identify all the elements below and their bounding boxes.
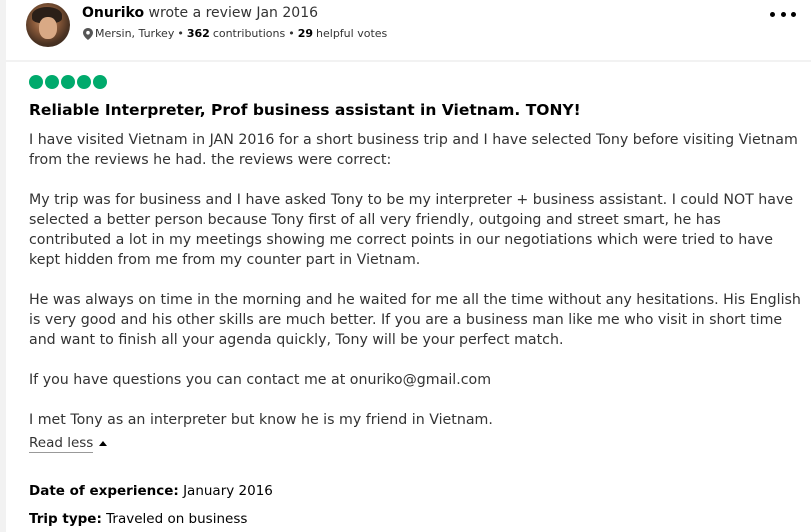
review-paragraph: I have visited Vietnam in JAN 2016 for a… <box>29 132 798 168</box>
reviewer-name[interactable]: Onuriko <box>82 5 144 21</box>
reviewer-location: Mersin, Turkey <box>95 27 175 40</box>
date-of-experience-value: January 2016 <box>183 483 273 499</box>
review-paragraph: If you have questions you can contact me… <box>29 372 492 388</box>
helpful-votes-label: helpful votes <box>316 27 388 40</box>
date-of-experience-label: Date of experience: <box>29 483 179 499</box>
avatar-face <box>39 17 57 39</box>
rating-bubble <box>29 75 43 89</box>
review-action-text: wrote a review Jan 2016 <box>148 5 319 21</box>
more-dot <box>780 11 786 17</box>
date-of-experience: Date of experience: January 2016 <box>29 482 273 500</box>
more-dot <box>791 11 796 17</box>
meta-separator: • <box>288 27 295 40</box>
read-less-label: Read less <box>29 435 94 453</box>
read-less-button[interactable]: Read less <box>29 434 108 453</box>
rating-bubble <box>45 75 59 89</box>
helpful-votes-count: 29 <box>297 27 314 40</box>
rating-bubble <box>77 75 91 89</box>
trip-type: Trip type: Traveled on business <box>29 510 247 528</box>
more-options-icon[interactable] <box>770 10 796 18</box>
author-line: Onuriko wrote a review Jan 2016 <box>82 4 318 22</box>
rating-bubble <box>61 75 75 89</box>
review-paragraph: My trip was for business and I have aske… <box>29 192 794 268</box>
review-paragraph: I met Tony as an interpreter but know he… <box>29 412 493 428</box>
review-title[interactable]: Reliable Interpreter, Prof business assi… <box>29 100 581 120</box>
reviewer-meta: Mersin, Turkey • 362 contributions • 29 … <box>83 27 387 41</box>
rating-bubble <box>93 75 107 89</box>
contributions-count: 362 <box>186 27 210 40</box>
bubble-rating <box>29 75 107 89</box>
meta-separator: • <box>177 27 184 40</box>
map-pin-icon <box>83 28 93 40</box>
contributions-label: contributions <box>212 27 286 40</box>
more-dot <box>770 11 775 17</box>
avatar[interactable] <box>26 3 70 47</box>
caret-up-icon <box>99 441 108 446</box>
review-text: I have visited Vietnam in JAN 2016 for a… <box>29 130 804 450</box>
review-paragraph: He was always on time in the morning and… <box>29 292 801 348</box>
